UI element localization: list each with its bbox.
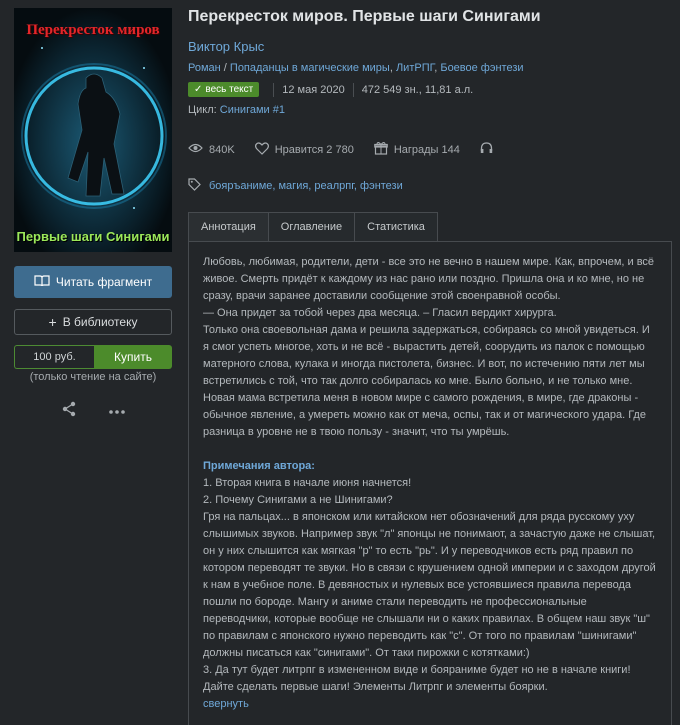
read-fragment-label: Читать фрагмент (55, 275, 153, 289)
divider (273, 82, 275, 97)
tab-annotation[interactable]: Аннотация (188, 212, 269, 241)
eye-icon (188, 143, 203, 156)
tag-icon (188, 178, 201, 194)
cycle-link[interactable]: Синигами #1 (220, 104, 285, 116)
cover-title: Перекресток миров (26, 22, 160, 38)
author-note: 1. Вторая книга в начале июня начнется! (203, 477, 412, 489)
cover-art (14, 8, 172, 252)
likes-count: Нравится 2 780 (274, 143, 354, 156)
awards-count: Награды 144 (393, 143, 460, 156)
share-icon[interactable] (61, 401, 77, 420)
cycle-label: Цикл: (188, 104, 217, 116)
book-details: Перекресток миров. Первые шаги Синигами … (188, 0, 672, 725)
book-cover[interactable]: Перекресток миров Первые шаги Синигами (14, 8, 172, 252)
genre-link[interactable]: Роман (188, 62, 221, 74)
author-note: Гря на пальцах... в японском или китайск… (203, 511, 656, 659)
left-column: Перекресток миров Первые шаги Синигами Ч… (14, 8, 172, 420)
tabs: Аннотация Оглавление Статистика (188, 212, 672, 241)
read-fragment-button[interactable]: Читать фрагмент (14, 266, 172, 298)
status-badge: ✓ весь текст (188, 82, 260, 97)
price-label: 100 руб. (14, 345, 94, 369)
cover-subtitle: Первые шаги Синигами (16, 229, 170, 244)
tab-contents[interactable]: Оглавление (267, 212, 356, 241)
genre-link[interactable]: ЛитРПГ (396, 62, 434, 74)
annotation-paragraph: Новая мама встретила меня в новом мире с… (203, 392, 646, 438)
tags-row: бояръаниме, магия, реалрпг, фэнтези (188, 178, 672, 194)
book-size: 472 549 зн., 11,81 а.л. (361, 83, 474, 96)
buy-note: (только чтение на сайте) (29, 371, 157, 383)
annotation-paragraph: Любовь, любимая, родители, дети - все эт… (203, 256, 655, 302)
cycle-info: Цикл: Синигами #1 (188, 104, 672, 116)
divider (352, 82, 354, 97)
headphones-icon (480, 142, 493, 157)
add-to-library-label: В библиотеку (62, 315, 138, 329)
annotation-panel: Любовь, любимая, родители, дети - все эт… (188, 241, 672, 725)
author-note: 2. Почему Синигами а не Шинигами? (203, 494, 393, 506)
buy-group: 100 руб. Купить (14, 345, 172, 369)
audiobook-stat[interactable] (480, 142, 493, 157)
annotation-paragraph: — Она придет за тобой через два месяца. … (203, 307, 557, 319)
genre-list: Роман / Попаданцы в магические миры, Лит… (188, 62, 524, 74)
tab-statistics[interactable]: Статистика (354, 212, 438, 241)
author-notes-heading: Примечания автора: (203, 460, 315, 472)
check-icon: ✓ (194, 84, 203, 95)
buy-button[interactable]: Купить (94, 345, 172, 369)
awards-stat[interactable]: Награды 144 (374, 141, 460, 158)
heart-icon (254, 141, 269, 158)
publish-date: 12 мая 2020 (282, 83, 345, 96)
collapse-link[interactable]: свернуть (203, 696, 657, 713)
author-link[interactable]: Виктор Крыс (188, 39, 672, 54)
book-open-icon (34, 274, 50, 290)
annotation-paragraph: Только она своевольная дама и решила зад… (203, 324, 650, 387)
tags-list[interactable]: бояръаниме, магия, реалрпг, фэнтези (209, 180, 403, 192)
stats-row: 840K Нравится 2 780 Награды 144 (188, 141, 672, 158)
book-meta: ✓ весь текст 12 мая 2020 472 549 зн., 11… (188, 82, 672, 97)
more-icon[interactable] (109, 404, 125, 418)
share-row (14, 401, 172, 420)
plus-icon: + (48, 314, 57, 330)
add-to-library-button[interactable]: + В библиотеку (14, 309, 172, 335)
gift-icon (374, 141, 388, 158)
status-badge-label: весь текст (205, 84, 254, 95)
views-count: 840K (209, 143, 235, 156)
genre-link[interactable]: Попаданцы в магические миры (230, 62, 390, 74)
genre-link[interactable]: Боевое фэнтези (440, 62, 523, 74)
views-stat: 840K (188, 143, 235, 156)
likes-stat[interactable]: Нравится 2 780 (254, 141, 354, 158)
book-title: Перекресток миров. Первые шаги Синигами (188, 8, 541, 25)
author-note: 3. Да тут будет литрпг в измененном виде… (203, 664, 631, 693)
